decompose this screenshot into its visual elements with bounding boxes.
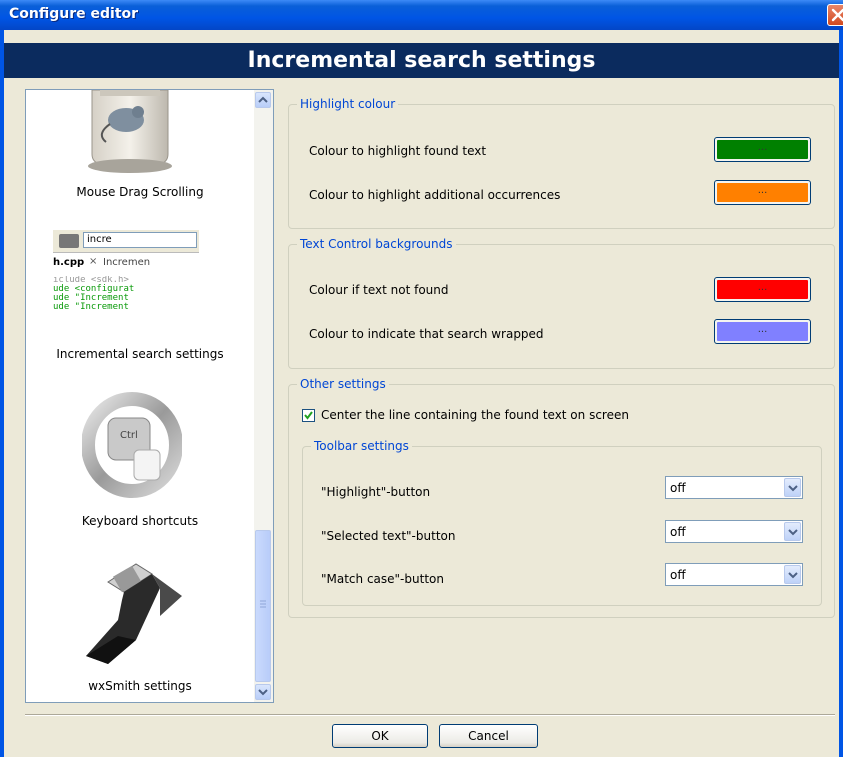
- chevron-up-icon: [258, 96, 268, 103]
- thumbnail-search-field: incre: [83, 232, 197, 248]
- window-border-left: [0, 30, 4, 757]
- text-control-backgrounds-group: Text Control backgrounds Colour if text …: [288, 237, 835, 369]
- other-settings-group: Other settings Center the line containin…: [288, 377, 835, 618]
- center-line-label[interactable]: Center the line containing the found tex…: [321, 408, 629, 422]
- thumbnail-close-icon: ×: [89, 256, 98, 267]
- ok-button[interactable]: OK: [332, 724, 428, 748]
- chevron-down-icon: [788, 572, 798, 579]
- title-bar: Configure editor: [0, 0, 843, 30]
- dropdown-arrow[interactable]: [784, 565, 801, 584]
- highlight-found-color-button[interactable]: ...: [714, 137, 811, 162]
- chevron-down-icon: [788, 529, 798, 536]
- sidebar-item-keyboard-shortcuts[interactable]: Ctrl Keyboard shortcuts: [26, 386, 254, 536]
- dropdown-arrow[interactable]: [784, 522, 801, 541]
- color-swatch: ...: [717, 280, 808, 299]
- cancel-button[interactable]: Cancel: [439, 724, 538, 748]
- thumbnail-code: iclude <sdk.h> ude <configurat ude "Incr…: [53, 276, 135, 312]
- sidebar-item-incremental-search[interactable]: incre h.cpp × Incremen iclude <sdk.h> ud…: [26, 226, 254, 366]
- separator: [25, 714, 835, 716]
- not-found-color-button[interactable]: ...: [714, 277, 811, 302]
- highlight-button-label: "Highlight"-button: [321, 485, 431, 499]
- sidebar-item-label: Mouse Drag Scrolling: [76, 185, 204, 199]
- group-title: Toolbar settings: [311, 439, 412, 453]
- highlight-found-label: Colour to highlight found text: [309, 144, 487, 158]
- highlight-occurrences-label: Colour to highlight additional occurrenc…: [309, 188, 561, 202]
- search-wrapped-color-button[interactable]: ...: [714, 319, 811, 344]
- group-title: Text Control backgrounds: [297, 237, 456, 251]
- color-swatch: ...: [717, 322, 808, 341]
- keyboard-shortcuts-icon: Ctrl: [82, 392, 182, 498]
- svg-text:Ctrl: Ctrl: [120, 430, 138, 441]
- selected-text-button-label: "Selected text"-button: [321, 529, 456, 543]
- color-swatch: ...: [717, 183, 808, 202]
- sidebar-scrollbar[interactable]: [254, 90, 273, 702]
- sidebar-item-mouse-drag-scrolling[interactable]: Mouse Drag Scrolling: [26, 90, 254, 210]
- search-clear-icon: [59, 234, 79, 248]
- close-icon: [831, 8, 843, 22]
- incremental-search-icon: incre h.cpp × Incremen iclude <sdk.h> ud…: [53, 230, 199, 342]
- sidebar-item-label: Keyboard shortcuts: [81, 514, 199, 528]
- chevron-down-icon: [788, 485, 798, 492]
- group-title: Highlight colour: [297, 97, 399, 111]
- thumbnail-tab-2: Incremen: [103, 257, 151, 268]
- grip-icon: [260, 600, 266, 608]
- scroll-thumb[interactable]: [255, 530, 271, 682]
- group-title: Other settings: [297, 377, 389, 391]
- sidebar-item-label: wxSmith settings: [88, 679, 192, 693]
- color-swatch: ...: [717, 140, 808, 159]
- window-border-right: [839, 30, 843, 757]
- wxsmith-icon: [86, 563, 182, 664]
- scroll-up-button[interactable]: [255, 92, 271, 108]
- thumbnail-tab-1: h.cpp: [53, 257, 85, 268]
- mouse-icon: [88, 90, 172, 173]
- settings-category-list[interactable]: Mouse Drag Scrolling incre h.cpp × Incre…: [25, 89, 274, 703]
- scroll-down-button[interactable]: [255, 684, 271, 700]
- not-found-label: Colour if text not found: [309, 283, 449, 297]
- center-line-checkbox[interactable]: [302, 409, 315, 422]
- sidebar-item-wxsmith-settings[interactable]: wxSmith settings: [26, 556, 254, 702]
- selected-text-button-select[interactable]: off: [665, 520, 803, 543]
- toolbar-settings-group: Toolbar settings "Highlight"-button off …: [302, 439, 822, 606]
- checkmark-icon: [304, 411, 313, 420]
- highlight-button-select[interactable]: off: [665, 476, 803, 499]
- chevron-down-icon: [258, 689, 268, 696]
- sidebar-item-label: Incremental search settings: [56, 347, 224, 361]
- window-title: Configure editor: [9, 6, 139, 22]
- highlight-colour-group: Highlight colour Colour to highlight fou…: [288, 97, 835, 229]
- search-wrapped-label: Colour to indicate that search wrapped: [309, 327, 544, 341]
- match-case-button-label: "Match case"-button: [321, 572, 444, 586]
- dropdown-arrow[interactable]: [784, 478, 801, 497]
- match-case-button-select[interactable]: off: [665, 563, 803, 586]
- highlight-occurrences-color-button[interactable]: ...: [714, 180, 811, 205]
- close-button[interactable]: [827, 4, 843, 26]
- page-title: Incremental search settings: [4, 43, 839, 78]
